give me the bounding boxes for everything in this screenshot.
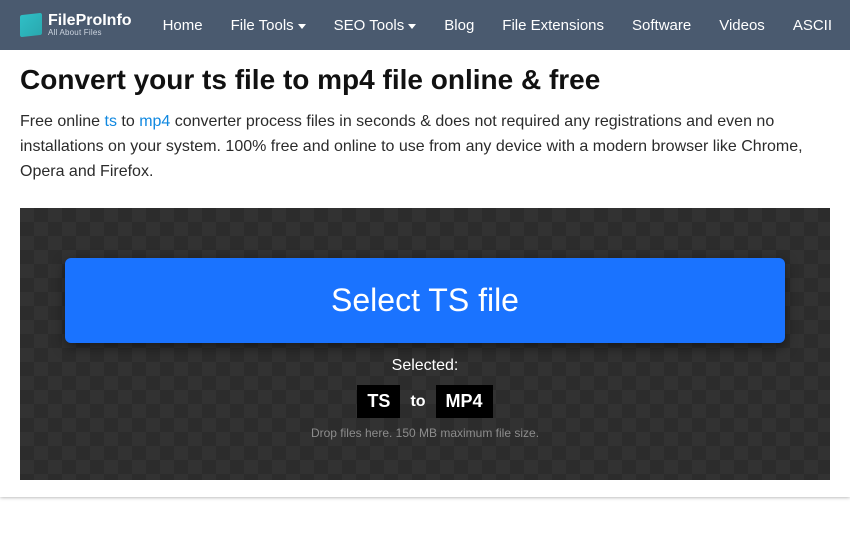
source-format-badge: TS: [357, 385, 400, 418]
nav-software[interactable]: Software: [621, 17, 702, 34]
target-format-badge[interactable]: MP4: [436, 385, 493, 418]
format-to-link[interactable]: mp4: [139, 113, 170, 130]
select-file-button[interactable]: Select TS file: [65, 258, 785, 343]
chevron-down-icon: [298, 24, 306, 29]
file-drop-area[interactable]: Select TS file Selected: TS to MP4 Drop …: [20, 208, 830, 480]
nav-file-extensions[interactable]: File Extensions: [491, 17, 615, 34]
upload-hint: Drop files here. 150 MB maximum file siz…: [65, 426, 785, 440]
nav-home[interactable]: Home: [152, 17, 214, 34]
page-description: Free online ts to mp4 converter process …: [20, 110, 830, 184]
logo-subtitle: All About Files: [48, 29, 132, 37]
logo-title: FileProInfo: [48, 13, 132, 29]
nav-blog[interactable]: Blog: [433, 17, 485, 34]
nav-file-tools[interactable]: File Tools: [220, 17, 317, 34]
format-from-link[interactable]: ts: [105, 113, 117, 130]
selected-label: Selected:: [65, 357, 785, 375]
top-navbar: FileProInfo All About Files Home File To…: [0, 0, 850, 50]
chevron-down-icon: [408, 24, 416, 29]
page-subtitle: Convert your ts file to mp4 file online …: [20, 64, 830, 96]
to-label: to: [410, 393, 425, 411]
nav-ascii[interactable]: ASCII: [782, 17, 843, 34]
site-logo[interactable]: FileProInfo All About Files: [20, 13, 132, 37]
format-row: TS to MP4: [65, 385, 785, 418]
nav-videos[interactable]: Videos: [708, 17, 776, 34]
logo-icon: [20, 13, 42, 37]
main-content: Convert your ts file to mp4 file online …: [0, 54, 850, 184]
nav-seo-tools[interactable]: SEO Tools: [323, 17, 428, 34]
